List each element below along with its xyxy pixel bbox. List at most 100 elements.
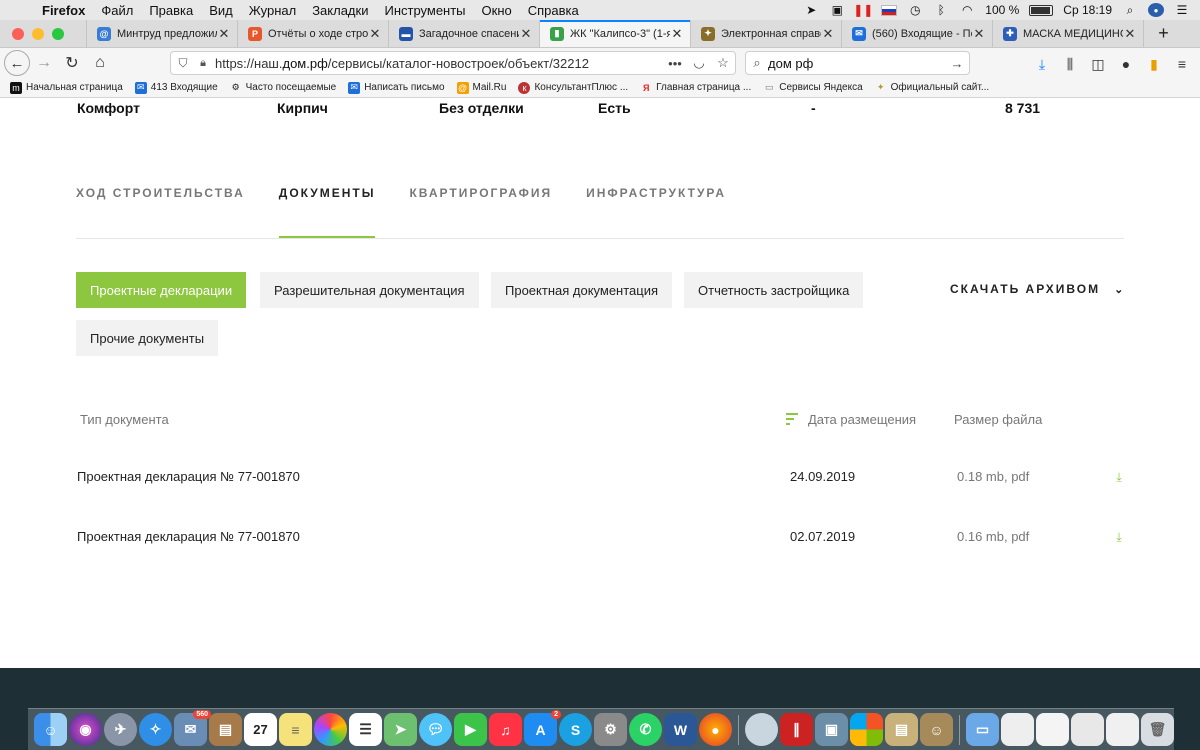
documents-folder-icon[interactable]: ▭ [966, 713, 999, 746]
permit-documentation-button[interactable]: Разрешительная документация [260, 272, 479, 308]
close-tab-icon[interactable]: ✕ [519, 26, 533, 42]
close-tab-icon[interactable]: ✕ [821, 26, 835, 42]
column-header-date[interactable]: Дата размещения [808, 412, 916, 427]
search-go-icon[interactable]: → [945, 56, 969, 71]
forward-button[interactable]: → [30, 50, 58, 76]
row-1-doc-type[interactable]: Проектная декларация № 77-001870 [77, 469, 300, 484]
siri-icon[interactable]: ◉ [69, 713, 102, 746]
doc-stack-icon[interactable] [1036, 713, 1069, 746]
system-preferences-icon[interactable]: ⚙ [594, 713, 627, 746]
trash-icon[interactable]: 🗑︎ [1141, 713, 1174, 746]
bookmark-item[interactable]: ✉ Написать письмо [348, 81, 445, 94]
search-bar[interactable]: ⌕ дом рф → [745, 51, 970, 75]
url-bar[interactable]: ⛉ 🔒︎ https://наш.дом.рф/сервисы/каталог-… [170, 51, 736, 75]
calendar-icon[interactable]: 27 [244, 713, 277, 746]
column-header-type[interactable]: Тип документа [80, 412, 169, 427]
bookmark-item[interactable]: ⚙ Часто посещаемые [230, 82, 337, 94]
disk-utility-icon[interactable] [745, 713, 778, 746]
file-folder-icon[interactable]: ▤ [885, 713, 918, 746]
bookmark-item[interactable]: @ Mail.Ru [456, 81, 506, 94]
time-machine-icon[interactable]: ◷ [907, 3, 923, 17]
project-declarations-button[interactable]: Проектные декларации [76, 272, 247, 308]
doc-stack-icon[interactable] [1071, 713, 1104, 746]
menu-help[interactable]: Справка [520, 3, 587, 18]
back-button[interactable]: ← [4, 50, 30, 76]
close-tab-icon[interactable]: ✕ [368, 26, 382, 42]
page-actions-icon[interactable]: ••• [663, 56, 687, 71]
launchpad-icon[interactable]: ✈ [104, 713, 137, 746]
tab-apartments[interactable]: КВАРТИРОГРАФИЯ [409, 186, 552, 238]
bookmark-item[interactable]: Я Главная страница ... [640, 82, 751, 94]
notification-center-icon[interactable]: ☰ [1174, 3, 1190, 17]
contacts-icon[interactable]: ▤ [209, 713, 242, 746]
menu-view[interactable]: Вид [201, 3, 241, 18]
bookmark-item[interactable]: ▭ Сервисы Яндекса [763, 82, 863, 94]
browser-tab-4-active[interactable]: ▮ ЖК "Калипсо-3" (1-я о ✕ [539, 20, 690, 47]
browser-tab-3[interactable]: ▬ Загадочное спасение ✕ [388, 20, 539, 47]
developer-reports-button[interactable]: Отчетность застройщика [684, 272, 864, 308]
browser-tab-6[interactable]: ✉ (560) Входящие - Поч ✕ [841, 20, 992, 47]
minimize-window-button[interactable] [32, 27, 44, 40]
menu-edit[interactable]: Правка [141, 3, 201, 18]
menu-window[interactable]: Окно [474, 3, 520, 18]
menu-clock[interactable]: Ср 18:19 [1063, 3, 1112, 17]
menu-bookmarks[interactable]: Закладки [304, 3, 376, 18]
location-icon[interactable]: ➤ [803, 3, 819, 17]
photos-icon[interactable] [314, 713, 347, 746]
download-icon[interactable]: ⤓ [1114, 531, 1124, 543]
pause-icon[interactable]: ❚❚ [853, 3, 873, 17]
tab-documents[interactable]: ДОКУМЕНТЫ [278, 186, 376, 238]
tab-construction-progress[interactable]: ХОД СТРОИТЕЛЬСТВА [76, 186, 245, 238]
wifi-icon[interactable]: ◠ [959, 3, 975, 17]
row-2-doc-type[interactable]: Проектная декларация № 77-001870 [77, 529, 300, 544]
bookmark-item[interactable]: m Начальная страница [10, 81, 123, 94]
word-icon[interactable]: W [664, 713, 697, 746]
close-window-button[interactable] [12, 27, 24, 40]
spotlight-search-icon[interactable]: ⌕ [1122, 3, 1138, 17]
windows-icon[interactable] [850, 713, 883, 746]
library-icon[interactable]: ⫼ [1058, 51, 1082, 77]
bluetooth-icon[interactable]: ᛒ [933, 3, 949, 17]
downloads-icon[interactable]: ⤓ [1030, 51, 1054, 77]
mail-app-icon[interactable]: ✉ 560 [174, 710, 211, 746]
safari-icon[interactable]: ✧ [139, 713, 172, 746]
parallels-icon[interactable]: ∥ [780, 713, 813, 746]
bookmark-item[interactable]: ✉ 413 Входящие [134, 81, 218, 94]
extension-icon[interactable]: ▮ [1142, 51, 1166, 77]
browser-tab-1[interactable]: @ Минтруд предложил ✕ [86, 20, 237, 47]
close-tab-icon[interactable]: ✕ [972, 26, 986, 42]
browser-tab-7[interactable]: ✚ МАСКА МЕДИЦИНСК ✕ [992, 20, 1143, 47]
url-text[interactable]: https://наш.дом.рф/сервисы/каталог-новос… [211, 56, 663, 71]
messages-icon[interactable]: 💬︎ [419, 713, 452, 746]
skype-icon[interactable]: S [559, 713, 592, 746]
bookmark-item[interactable]: к КонсультантПлюс ... [518, 81, 628, 94]
firefox-icon[interactable]: ● [699, 713, 732, 746]
tracking-shield-icon[interactable]: ⛉ [171, 56, 195, 71]
menu-hamburger-icon[interactable]: ≡ [1170, 51, 1194, 77]
other-documents-button[interactable]: Прочие документы [76, 320, 219, 356]
reload-button[interactable]: ↻ [58, 50, 86, 76]
bookmark-item[interactable]: ✦ Официальный сайт... [875, 82, 989, 94]
preview-icon[interactable]: ▣ [815, 713, 848, 746]
printer-icon[interactable]: ▣ [829, 3, 845, 17]
sort-icon[interactable] [786, 413, 798, 425]
reminders-icon[interactable]: ☰ [349, 713, 382, 746]
doc-stack-icon[interactable] [1106, 713, 1139, 746]
maps-icon[interactable]: ➤ [384, 713, 417, 746]
pocket-icon[interactable]: ◡ [687, 55, 711, 71]
close-tab-icon[interactable]: ✕ [217, 26, 231, 42]
finder-icon[interactable]: ☺ [34, 713, 67, 746]
tab-infrastructure[interactable]: ИНФРАСТРУКТУРА [586, 186, 726, 238]
menu-tools[interactable]: Инструменты [376, 3, 473, 18]
column-header-size[interactable]: Размер файла [954, 412, 1042, 427]
music-icon[interactable]: ♫ [489, 713, 522, 746]
whatsapp-icon[interactable]: ✆ [629, 713, 662, 746]
lock-icon[interactable]: 🔒︎ [195, 57, 211, 70]
home-button[interactable]: ⌂ [86, 50, 114, 76]
bookmark-star-icon[interactable]: ☆ [711, 55, 735, 71]
doc-stack-icon[interactable] [1001, 713, 1034, 746]
download-archive-button[interactable]: СКАЧАТЬ АРХИВОМ ⌄ [950, 282, 1125, 296]
battery-icon[interactable] [1029, 4, 1054, 16]
app-store-icon[interactable]: A2 [524, 710, 561, 746]
close-tab-icon[interactable]: ✕ [1123, 26, 1137, 42]
